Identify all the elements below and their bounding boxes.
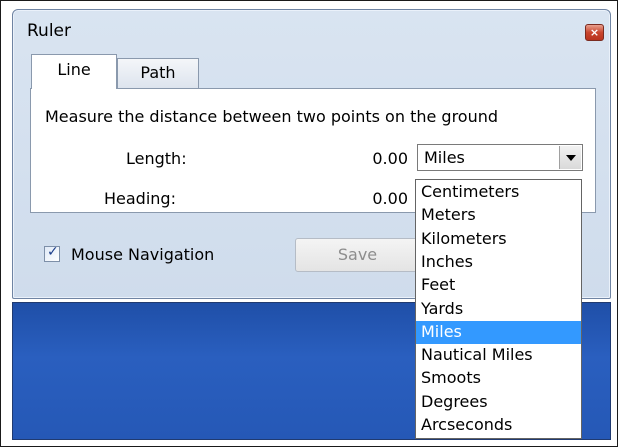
unit-option-miles[interactable]: Miles <box>416 320 581 344</box>
unit-option-kilometers[interactable]: Kilometers <box>416 228 581 251</box>
heading-value: 0.00 <box>372 189 408 208</box>
unit-dropdown-list: Centimeters Meters Kilometers Inches Feet Yar… <box>415 179 582 439</box>
unit-option-feet[interactable]: Feet <box>416 274 581 297</box>
unit-option-yards[interactable]: Yards <box>416 298 581 321</box>
tab-line[interactable]: Line <box>31 54 117 89</box>
window-title: Ruler <box>27 21 71 41</box>
unit-select[interactable]: Miles <box>417 144 583 171</box>
unit-option-inches[interactable]: Inches <box>416 251 581 274</box>
unit-option-nautical-miles[interactable]: Nautical Miles <box>416 344 581 367</box>
chevron-down-icon[interactable] <box>559 146 581 169</box>
length-value: 0.00 <box>372 149 408 168</box>
unit-option-degrees[interactable]: Degrees <box>416 391 581 414</box>
checkmark-icon: ✓ <box>47 244 59 260</box>
save-button[interactable]: Save <box>295 238 420 272</box>
length-label: Length: <box>126 149 187 168</box>
unit-option-meters[interactable]: Meters <box>416 204 581 227</box>
screenshot-frame: Ruler × Line Path Measure the distance b… <box>0 0 618 447</box>
tab-path[interactable]: Path <box>117 58 199 88</box>
unit-option-arcseconds[interactable]: Arcseconds <box>416 414 581 437</box>
mouse-navigation-label[interactable]: Mouse Navigation <box>71 245 214 264</box>
close-button[interactable]: × <box>585 24 604 41</box>
heading-label: Heading: <box>104 189 176 208</box>
title-bar[interactable]: Ruler × <box>13 10 610 50</box>
unit-select-value: Miles <box>424 148 465 167</box>
measure-description: Measure the distance between two points … <box>45 107 499 126</box>
close-icon: × <box>589 26 600 39</box>
unit-option-smoots[interactable]: Smoots <box>416 367 581 390</box>
mouse-navigation-checkbox[interactable]: ✓ <box>44 244 60 262</box>
unit-option-centimeters[interactable]: Centimeters <box>416 181 581 204</box>
